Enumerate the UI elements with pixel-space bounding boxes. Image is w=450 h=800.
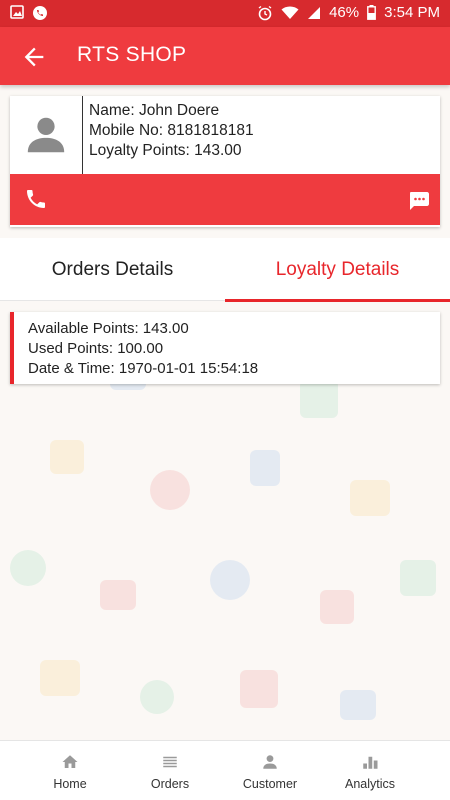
whatsapp-icon: [33, 6, 47, 20]
nav-label: Orders: [150, 777, 190, 791]
customer-name: Name: John Doere: [89, 102, 220, 119]
nav-home[interactable]: Home: [20, 741, 120, 800]
arrow-back-icon[interactable]: [20, 43, 48, 71]
date-time: Date & Time: 1970-01-01 15:54:18: [28, 360, 259, 377]
status-bar: 46% 3:54 PM: [0, 0, 450, 27]
battery-icon: [367, 5, 377, 20]
customer-mobile: Mobile No: 8181818181: [89, 122, 254, 139]
bar-chart-icon: [363, 756, 378, 769]
alarm-icon: [258, 5, 272, 20]
chat-icon[interactable]: [409, 192, 429, 210]
used-points: Used Points: 100.00: [28, 340, 164, 357]
customer-card: Name: John Doere Mobile No: 8181818181 L…: [10, 96, 440, 227]
tab-label: Orders Details: [51, 258, 174, 280]
signal-icon: [308, 6, 321, 19]
person-icon: [263, 755, 277, 769]
list-icon: [163, 756, 177, 768]
bottom-navigation: Home Orders Customer Analytics: [0, 740, 450, 800]
customer-actions-bar: [10, 174, 440, 225]
tab-loyalty-details[interactable]: Loyalty Details: [225, 238, 450, 302]
gallery-icon: [10, 5, 24, 19]
phone-icon[interactable]: [24, 187, 48, 211]
home-icon: [62, 755, 78, 768]
tab-orders-details[interactable]: Orders Details: [0, 238, 225, 301]
nav-label: Home: [53, 777, 87, 791]
customer-loyalty-points: Loyalty Points: 143.00: [89, 142, 242, 159]
active-tab-indicator: [225, 299, 450, 302]
available-points: Available Points: 143.00: [28, 320, 189, 337]
battery-percent: 46%: [329, 4, 360, 21]
avatar: [10, 96, 83, 174]
details-tabs: Orders Details Loyalty Details: [0, 238, 450, 302]
nav-analytics[interactable]: Analytics: [320, 741, 420, 800]
nav-label: Customer: [242, 777, 298, 791]
customer-info: Name: John Doere Mobile No: 8181818181 L…: [89, 101, 254, 161]
nav-label: Analytics: [344, 777, 396, 791]
clock: 3:54 PM: [384, 4, 440, 21]
tab-label: Loyalty Details: [275, 258, 400, 280]
loyalty-entry-card[interactable]: Available Points: 143.00 Used Points: 10…: [10, 312, 440, 384]
person-icon: [27, 117, 65, 153]
nav-orders[interactable]: Orders: [120, 741, 220, 800]
page-title: RTS SHOP: [77, 43, 187, 66]
wifi-icon: [281, 6, 299, 19]
app-bar: RTS SHOP: [0, 27, 450, 85]
nav-customer[interactable]: Customer: [220, 741, 320, 800]
